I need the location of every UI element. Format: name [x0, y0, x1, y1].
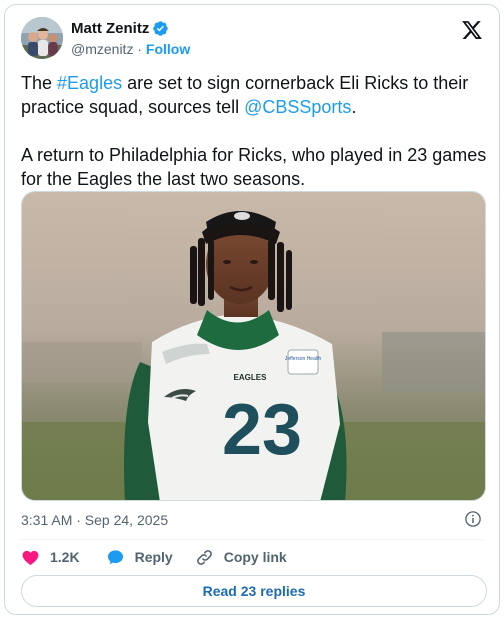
x-logo-icon[interactable] — [461, 19, 483, 41]
copy-link-label: Copy link — [223, 549, 287, 565]
reply-label: Reply — [134, 549, 173, 565]
hashtag-link[interactable]: #Eagles — [57, 73, 122, 93]
divider — [21, 539, 483, 540]
jersey-label: EAGLES — [234, 373, 268, 382]
author-name[interactable]: Matt Zenitz — [71, 20, 149, 37]
author-handle[interactable]: @mzenitz — [71, 41, 133, 57]
tweet-timestamp[interactable]: 3:31 AM · Sep 24, 2025 — [21, 512, 168, 528]
tweet-photo[interactable]: Jefferson Health EAGLES 23 — [21, 191, 486, 501]
reply-bubble-icon — [107, 549, 123, 564]
tweet-paragraph-1: The #Eagles are set to sign cornerback E… — [21, 71, 489, 119]
jersey-number: 23 — [222, 390, 302, 470]
author-name-row: Matt Zenitz — [71, 20, 169, 37]
like-button[interactable]: 1.2K — [21, 548, 80, 567]
action-bar: 1.2K Reply Copy link — [21, 546, 287, 568]
link-icon — [196, 549, 212, 565]
tweet-paragraph-2: A return to Philadelphia for Ricks, who … — [21, 145, 487, 189]
jersey-patch-text: Jefferson Health — [285, 356, 322, 362]
author-handle-row: @mzenitz · Follow — [71, 41, 190, 57]
mention-link[interactable]: @CBSSports — [244, 97, 351, 117]
info-icon[interactable] — [464, 510, 482, 528]
read-replies-button[interactable]: Read 23 replies — [21, 575, 487, 607]
tweet-card[interactable]: Matt Zenitz @mzenitz · Follow The #Eagle… — [4, 4, 500, 615]
text-segment: The — [21, 73, 58, 93]
verified-badge-icon — [153, 21, 169, 36]
reply-button[interactable]: Reply — [106, 548, 173, 567]
copy-link-button[interactable]: Copy link — [195, 548, 287, 567]
handle-separator: · — [133, 41, 146, 57]
tweet-text: The #Eagles are set to sign cornerback E… — [21, 71, 489, 191]
like-count: 1.2K — [50, 549, 80, 565]
heart-icon — [22, 550, 39, 565]
avatar[interactable] — [21, 17, 63, 59]
follow-button[interactable]: Follow — [146, 41, 190, 57]
text-segment: . — [351, 97, 357, 117]
